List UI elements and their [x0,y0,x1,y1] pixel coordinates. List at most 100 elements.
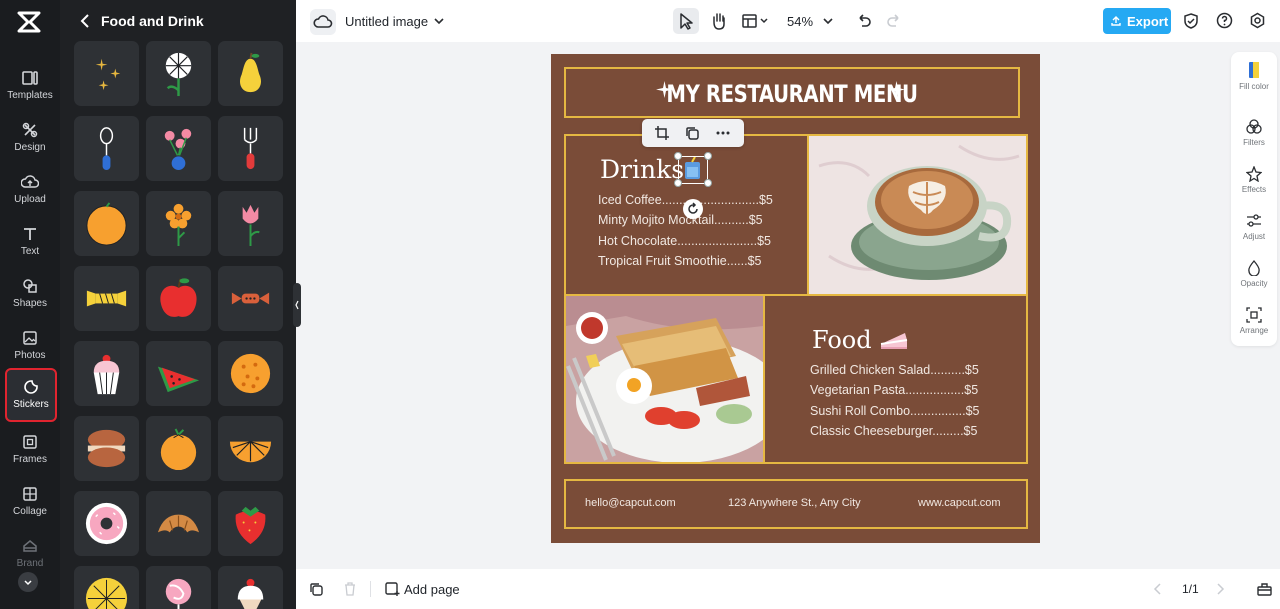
rotate-handle[interactable] [683,199,703,219]
breakfast-photo[interactable] [566,296,763,462]
rail-label-shapes: Shapes [13,298,47,309]
rail-item-text[interactable]: Text [2,219,58,269]
capcut-logo[interactable] [16,10,42,34]
sticker-strawberry[interactable] [218,491,283,556]
selected-sticker[interactable] [674,152,712,187]
sticker-watermelon-slice[interactable] [146,341,211,406]
sticker-candy[interactable] [74,266,139,331]
drink-item[interactable]: Minty Mojito Mocktail..........$5 [598,213,763,227]
fill-color-tool[interactable]: Fill color [1231,61,1277,107]
sticker-donut[interactable] [74,491,139,556]
layout-button[interactable] [740,8,774,34]
filters-label: Filters [1243,138,1265,147]
sticker-pear[interactable] [218,41,283,106]
sticker-flower-vase[interactable] [146,116,211,181]
resize-handle[interactable] [704,179,712,187]
rail-item-shapes[interactable]: Shapes [2,271,58,321]
sticker-orange[interactable] [74,191,139,256]
rail-item-frames[interactable]: Frames [2,427,58,477]
sticker-cupcake[interactable] [74,341,139,406]
help-icon[interactable] [1216,12,1233,29]
footer-website[interactable]: www.capcut.com [918,497,1001,509]
hand-tool-button[interactable] [706,8,732,34]
footer-email[interactable]: hello@capcut.com [585,497,676,509]
chevron-left-icon[interactable] [1153,583,1163,595]
rail-label-frames: Frames [13,454,47,465]
panel-collapse-handle[interactable] [293,283,301,327]
sticker-sparkles[interactable] [74,41,139,106]
effects-tool[interactable]: Effects [1231,166,1277,212]
page-indicator: 1/1 [1182,582,1199,596]
sticker-tulip[interactable] [218,191,283,256]
back-arrow-icon[interactable] [78,13,92,29]
food-item[interactable]: Sushi Roll Combo................$5 [810,404,980,418]
design-canvas[interactable]: MY RESTAURANT MENU Drinks Iced Coffee...… [551,54,1040,543]
layers-icon[interactable] [309,582,323,596]
chevron-down-icon[interactable] [434,16,444,26]
chevron-down-icon[interactable] [823,16,833,26]
document-title[interactable]: Untitled image [345,14,428,29]
drink-item[interactable]: Hot Chocolate.......................$5 [598,234,771,248]
coffee-photo[interactable] [809,136,1026,294]
crop-icon[interactable] [654,125,670,141]
chevron-right-icon[interactable] [1215,583,1225,595]
sticker-orange-flower[interactable] [146,191,211,256]
drink-item[interactable]: Tropical Fruit Smoothie......$5 [598,254,762,268]
food-item[interactable]: Vegetarian Pasta.................$5 [810,383,978,397]
sticker-lollipop-swirl[interactable] [146,41,211,106]
trash-icon[interactable] [343,582,357,596]
cloud-save-button[interactable] [310,9,336,35]
rail-item-templates[interactable]: Templates [2,63,58,113]
undo-icon[interactable] [856,12,872,28]
sticker-macaron[interactable] [74,416,139,481]
export-button[interactable]: Export [1103,8,1171,34]
sticker-orange-slice[interactable] [218,416,283,481]
rail-label-stickers: Stickers [13,399,49,410]
resize-handle[interactable] [674,152,682,160]
rail-item-design[interactable]: Design [2,115,58,165]
food-item[interactable]: Classic Cheeseburger.........$5 [810,424,977,438]
resize-handle[interactable] [674,179,682,187]
sticker-croissant[interactable] [146,491,211,556]
rail-more-button[interactable] [18,572,38,592]
rail-item-photos[interactable]: Photos [2,323,58,373]
sticker-lollipop[interactable] [146,566,211,609]
sticker-spoon[interactable] [74,116,139,181]
donut-sticker-icon [85,502,128,545]
add-page-button[interactable]: Add page [384,580,464,600]
food-heading[interactable]: Food [812,326,909,354]
drinks-heading[interactable]: Drinks [600,155,684,184]
sticker-fork[interactable] [218,116,283,181]
opacity-tool[interactable]: Opacity [1231,260,1277,306]
panel-header: Food and Drink [60,0,296,42]
sticker-ice-cream[interactable] [218,566,283,609]
arrange-tool[interactable]: Arrange [1231,307,1277,353]
select-tool-button[interactable] [673,8,699,34]
zoom-level[interactable]: 54% [787,14,813,29]
resize-handle[interactable] [704,152,712,160]
rotate-icon [688,202,698,214]
adjust-tool[interactable]: Adjust [1231,213,1277,259]
shield-icon[interactable] [1183,12,1199,30]
rail-item-collage[interactable]: Collage [2,479,58,529]
footer-address[interactable]: 123 Anywhere St., Any City [728,497,861,509]
strawberry-sticker-icon [235,506,266,545]
rail-label-collage: Collage [13,506,47,517]
sticker-mandarin[interactable] [146,416,211,481]
rail-item-stickers[interactable]: Stickers [5,368,57,422]
more-icon[interactable] [715,125,731,141]
adjust-icon [1247,214,1261,227]
redo-icon[interactable] [886,12,902,28]
filters-tool[interactable]: Filters [1231,119,1277,165]
menu-title[interactable]: MY RESTAURANT MENU [607,80,978,108]
right-tools-panel: Fill color Filters Effects Adjust Opacit… [1231,52,1277,346]
toolbox-icon[interactable] [1257,582,1272,596]
sticker-cookie[interactable] [218,341,283,406]
food-item[interactable]: Grilled Chicken Salad..........$5 [810,363,979,377]
settings-icon[interactable] [1249,12,1266,29]
rail-item-upload[interactable]: Upload [2,167,58,217]
duplicate-icon[interactable] [684,125,700,141]
sticker-lemon-slice[interactable] [74,566,139,609]
sticker-apple[interactable] [146,266,211,331]
sticker-toffee[interactable] [218,266,283,331]
